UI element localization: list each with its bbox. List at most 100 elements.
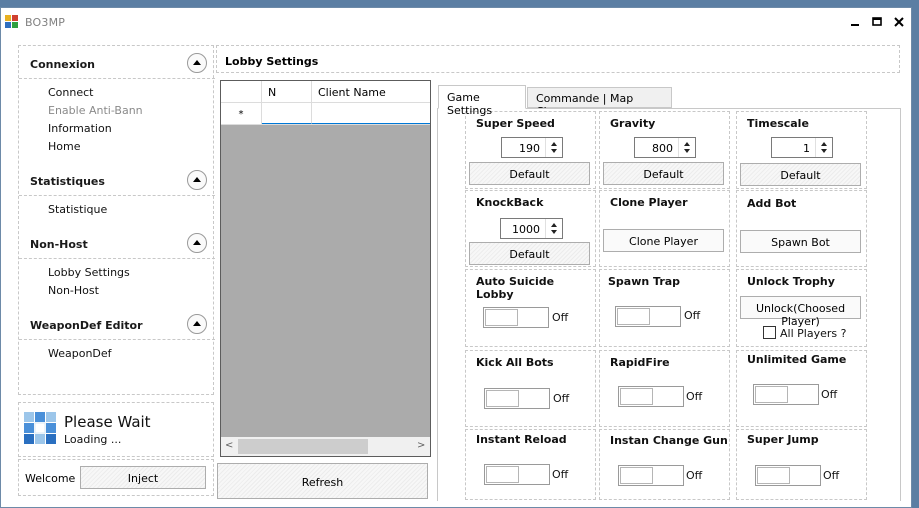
toggle-knob <box>486 390 519 407</box>
section-title: Statistiques <box>30 175 105 188</box>
gravity-default-button[interactable]: Default <box>603 162 724 185</box>
group-title: Unlock Trophy <box>747 275 835 288</box>
group-title: Instan Change Gun <box>610 434 728 447</box>
collapse-button[interactable] <box>187 233 207 253</box>
sidebar-item-information[interactable]: Information <box>48 122 112 135</box>
tab-game-settings[interactable]: Game Settings <box>438 85 526 117</box>
timescale-stepper[interactable]: 1 <box>771 137 833 158</box>
collapse-button[interactable] <box>187 170 207 190</box>
timescale-default-button[interactable]: Default <box>740 163 861 186</box>
section-title: WeaponDef Editor <box>30 319 143 332</box>
knockback-default-button[interactable]: Default <box>469 242 590 265</box>
timescale-group: Timescale 1 Default <box>736 111 867 189</box>
group-title: Gravity <box>610 117 656 130</box>
welcome-label: Welcome : <box>25 472 83 485</box>
chevron-up-icon <box>193 177 201 182</box>
sidebar-item-non-host[interactable]: Non-Host <box>48 284 99 297</box>
inject-button[interactable]: Inject <box>80 466 206 489</box>
group-title: Auto Suicide Lobby <box>476 275 555 301</box>
section-title: Connexion <box>30 58 96 71</box>
toggle-state: Off <box>686 390 703 403</box>
sidebar-item-enable-anti-bann[interactable]: Enable Anti-Bann <box>48 104 143 117</box>
clone-player-button[interactable]: Clone Player <box>603 229 724 252</box>
toggle-state: Off <box>553 392 570 405</box>
scroll-right-icon[interactable]: > <box>417 440 425 451</box>
spawn-bot-button[interactable]: Spawn Bot <box>740 230 861 253</box>
unlimited-game-toggle[interactable] <box>753 384 819 405</box>
client-grid[interactable]: N Client Name * < > <box>220 80 431 457</box>
section-header-weapondef-editor[interactable]: WeaponDef Editor <box>19 310 215 340</box>
group-title: Clone Player <box>610 196 688 209</box>
knockback-stepper[interactable]: 1000 <box>500 218 563 239</box>
maximize-icon[interactable] <box>869 14 885 30</box>
toggle-state: Off <box>686 469 703 482</box>
scroll-left-icon[interactable]: < <box>225 440 233 451</box>
lobby-title: Lobby Settings <box>225 55 319 68</box>
column-header-client-name[interactable]: Client Name <box>312 81 430 103</box>
collapse-button[interactable] <box>187 314 207 334</box>
gravity-stepper[interactable]: 800 <box>634 137 696 158</box>
group-title: Super Speed <box>476 117 555 130</box>
instant-reload-group: Instant Reload Off <box>465 429 596 500</box>
all-players-checkbox[interactable] <box>763 326 776 339</box>
add-bot-group: Add Bot Spawn Bot <box>736 190 867 267</box>
loading-icon <box>24 412 56 444</box>
gravity-group: Gravity 800 Default <box>599 111 730 189</box>
instant-reload-toggle[interactable] <box>484 464 550 485</box>
rapidfire-group: RapidFire Off <box>599 350 730 427</box>
super-speed-stepper[interactable]: 190 <box>501 137 563 158</box>
sidebar-item-connect[interactable]: Connect <box>48 86 93 99</box>
sidebar-item-lobby-settings[interactable]: Lobby Settings <box>48 266 130 279</box>
cell-client-name[interactable] <box>312 103 430 124</box>
lobby-header: Lobby Settings <box>216 45 900 73</box>
scroll-thumb[interactable] <box>238 439 368 454</box>
toggle-state: Off <box>552 311 569 324</box>
unlock-trophy-button[interactable]: Unlock(Choosed Player) <box>740 296 861 328</box>
collapse-button[interactable] <box>187 53 207 73</box>
horizontal-scrollbar[interactable]: < > <box>221 437 430 456</box>
spawn-trap-toggle[interactable] <box>615 306 681 327</box>
column-header-n[interactable]: N <box>262 81 312 103</box>
rapidfire-toggle[interactable] <box>618 386 684 407</box>
unlimited-game-group: Unlimited Game Off <box>736 350 867 427</box>
stepper-value: 1000 <box>512 223 540 236</box>
window-title: BO3MP <box>25 16 66 29</box>
sidebar-item-statistique[interactable]: Statistique <box>48 203 107 216</box>
section-header-connexion[interactable]: Connexion <box>19 49 215 79</box>
toggle-knob <box>620 388 653 405</box>
spin-arrows-icon[interactable] <box>545 138 562 157</box>
group-title: Super Jump <box>747 433 819 446</box>
kick-all-bots-toggle[interactable] <box>484 388 550 409</box>
toggle-state: Off <box>823 469 840 482</box>
toggle-knob <box>617 308 650 325</box>
refresh-button[interactable]: Refresh <box>217 463 428 499</box>
close-icon[interactable] <box>891 14 907 30</box>
chevron-up-icon <box>193 321 201 326</box>
super-jump-toggle[interactable] <box>755 465 821 486</box>
table-row[interactable]: * <box>221 103 430 125</box>
section-header-statistiques[interactable]: Statistiques <box>19 166 215 196</box>
loading-title: Please Wait <box>64 413 151 431</box>
kick-all-bots-group: Kick All Bots Off <box>465 350 596 427</box>
clone-player-group: Clone Player Clone Player <box>599 190 730 267</box>
grid-header: N Client Name <box>221 81 430 103</box>
sidebar-item-home[interactable]: Home <box>48 140 80 153</box>
group-title: Unlimited Game <box>747 353 847 366</box>
group-title: Kick All Bots <box>476 356 554 369</box>
section-header-non-host[interactable]: Non-Host <box>19 229 215 259</box>
section-title: Non-Host <box>30 238 88 251</box>
toggle-knob <box>485 309 518 326</box>
cell-n[interactable] <box>262 103 312 124</box>
instan-change-gun-toggle[interactable] <box>618 465 684 486</box>
tab-commande-map-changer[interactable]: Commande | Map Changer <box>527 87 672 118</box>
spin-arrows-icon[interactable] <box>678 138 695 157</box>
spin-arrows-icon[interactable] <box>815 138 832 157</box>
spin-arrows-icon[interactable] <box>545 219 562 238</box>
sidebar-item-weapondef[interactable]: WeaponDef <box>48 347 112 360</box>
minimize-icon[interactable] <box>847 14 863 30</box>
auto-suicide-toggle[interactable] <box>483 307 549 328</box>
knockback-group: KnockBack 1000 Default <box>465 190 596 267</box>
super-speed-default-button[interactable]: Default <box>469 162 590 185</box>
group-title: Timescale <box>747 117 809 130</box>
super-speed-group: Super Speed 190 Default <box>465 111 596 189</box>
